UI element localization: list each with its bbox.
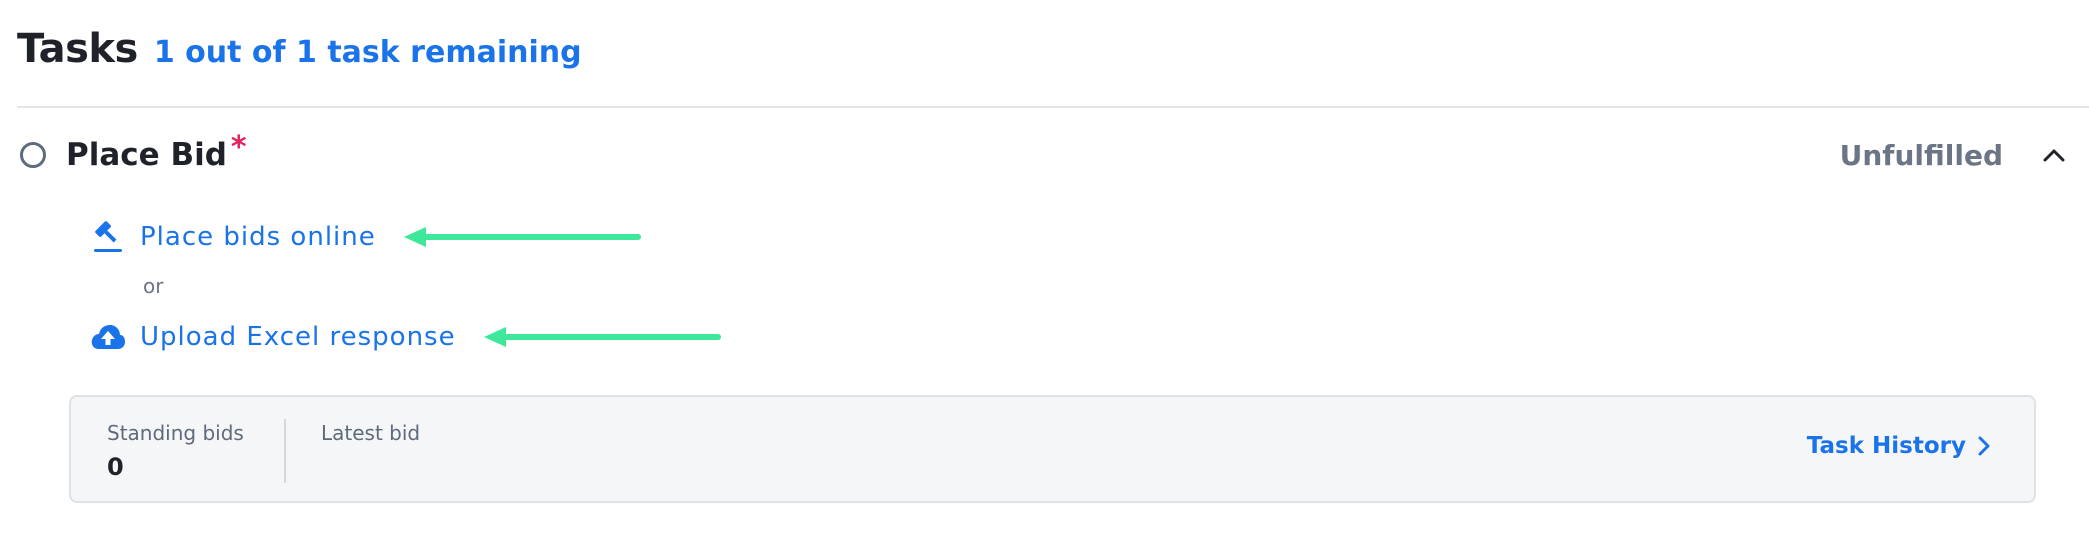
required-indicator: *	[230, 130, 247, 165]
latest-bid-label: Latest bid	[321, 421, 421, 445]
tasks-remaining-count: 1 out of 1 task remaining	[153, 35, 582, 70]
annotation-arrow-icon	[484, 327, 721, 347]
task-row-place-bid[interactable]: Place Bid * Unfulfilled	[20, 130, 2069, 178]
standing-bids-label: Standing bids	[107, 421, 244, 445]
annotation-arrow-icon	[404, 227, 641, 247]
gavel-icon	[90, 219, 126, 255]
task-status: Unfulfilled	[1839, 138, 2003, 172]
place-bids-online-label: Place bids online	[140, 222, 376, 252]
task-history-label: Task History	[1806, 433, 1966, 459]
standing-bids-value: 0	[107, 453, 124, 481]
upload-excel-response-link[interactable]: Upload Excel response	[90, 319, 456, 355]
or-separator: or	[143, 274, 164, 298]
standing-bids-stat: Standing bids 0	[107, 421, 244, 481]
circle-outline-icon	[20, 142, 46, 168]
header-divider	[17, 106, 2089, 108]
page-title: Tasks	[17, 26, 138, 72]
task-history-link[interactable]: Task History	[1807, 433, 1990, 459]
tasks-header: Tasks 1 out of 1 task remaining	[17, 26, 582, 86]
task-title: Place Bid	[66, 137, 227, 173]
chevron-up-icon	[2043, 149, 2065, 162]
bid-stats-card: Standing bids 0 Latest bid Task History	[69, 395, 2036, 503]
cloud-upload-icon	[90, 319, 126, 355]
chevron-right-icon	[1978, 436, 1990, 456]
collapse-button[interactable]	[2039, 140, 2069, 170]
stat-divider	[284, 419, 286, 483]
latest-bid-stat: Latest bid	[321, 421, 420, 453]
upload-excel-response-label: Upload Excel response	[140, 322, 456, 352]
place-bids-online-link[interactable]: Place bids online	[90, 219, 376, 255]
